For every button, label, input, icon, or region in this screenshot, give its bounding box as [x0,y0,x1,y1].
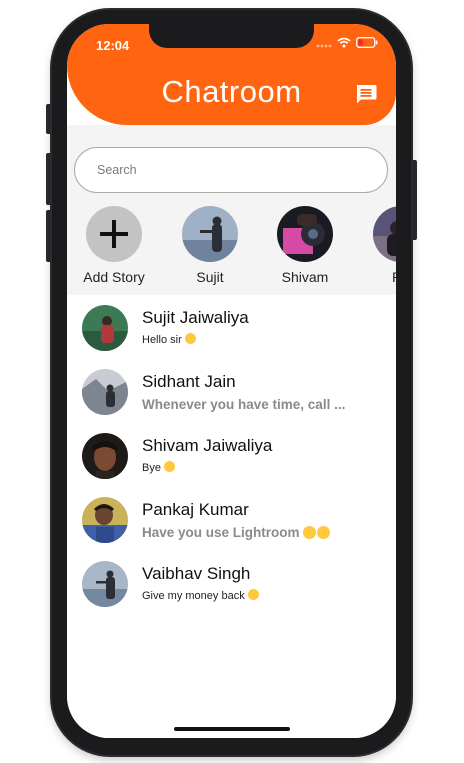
story-label: Add Story [83,269,145,285]
chat-preview: Have you use Lightroom [142,525,330,540]
chat-preview: Whenever you have time, call ... [142,397,346,412]
chat-preview-text: Bye [142,462,161,474]
chat-preview-text: Give my money back [142,590,245,602]
chat-preview: Bye [142,461,175,474]
chat-name: Sujit Jaiwaliya [142,308,249,327]
chat-preview-text: Have you use Lightroom [142,525,300,540]
app-screen: 12:04 Chatroom Search Add Story Sujit Sh… [67,24,396,738]
chat-item[interactable]: Sujit Jaiwaliya Hello sir [82,305,392,355]
chat-item[interactable]: Pankaj Kumar Have you use Lightroom [82,497,392,547]
story-item[interactable]: Sujit [170,206,250,285]
avatar [82,561,128,607]
avatar [82,369,128,415]
story-add[interactable]: Add Story [74,206,154,285]
story-label: Shivam [281,269,329,285]
pensive-emoji-icon [247,589,259,600]
chat-list: Sujit Jaiwaliya Hello sir Sidhant Jain W… [67,295,396,738]
status-time: 12:04 [96,38,130,53]
add-story-circle[interactable] [86,206,142,262]
story-avatar[interactable] [182,206,238,262]
story-avatar[interactable] [373,206,396,262]
status-icons [316,37,378,48]
sleepy-emoji-icon [163,461,175,472]
story-item[interactable]: Ra [361,206,396,285]
chat-item[interactable]: Sidhant Jain Whenever you have time, cal… [82,369,392,419]
search-placeholder: Search [97,163,137,177]
chat-item[interactable]: Vaibhav Singh Give my money back [82,561,392,611]
avatar [82,433,128,479]
battery-icon [356,37,378,48]
story-avatar[interactable] [277,206,333,262]
chat-preview: Hello sir [142,333,196,346]
home-indicator[interactable] [174,727,290,731]
message-icon[interactable] [354,82,378,106]
tongue-emoji-icon [184,333,196,344]
chat-preview: Give my money back [142,589,259,602]
phone-notch [149,24,314,48]
page-title: Chatroom [161,74,302,109]
chat-name: Shivam Jaiwaliya [142,436,273,455]
avatar [82,497,128,543]
story-label: Sujit [196,269,224,285]
search-input[interactable]: Search [74,147,388,193]
power-button [411,160,417,240]
chat-name: Vaibhav Singh [142,564,251,583]
wifi-icon [337,37,351,48]
chat-name: Sidhant Jain [142,372,236,391]
crown-emoji-icon [302,526,316,539]
signal-icon [316,44,332,47]
story-label: Ra [361,269,396,285]
chat-name: Pankaj Kumar [142,500,249,519]
story-item[interactable]: Shivam [265,206,345,285]
avatar [82,305,128,351]
sunglasses-emoji-icon [316,526,330,539]
chat-preview-text: Hello sir [142,334,182,346]
chat-item[interactable]: Shivam Jaiwaliya Bye [82,433,392,483]
